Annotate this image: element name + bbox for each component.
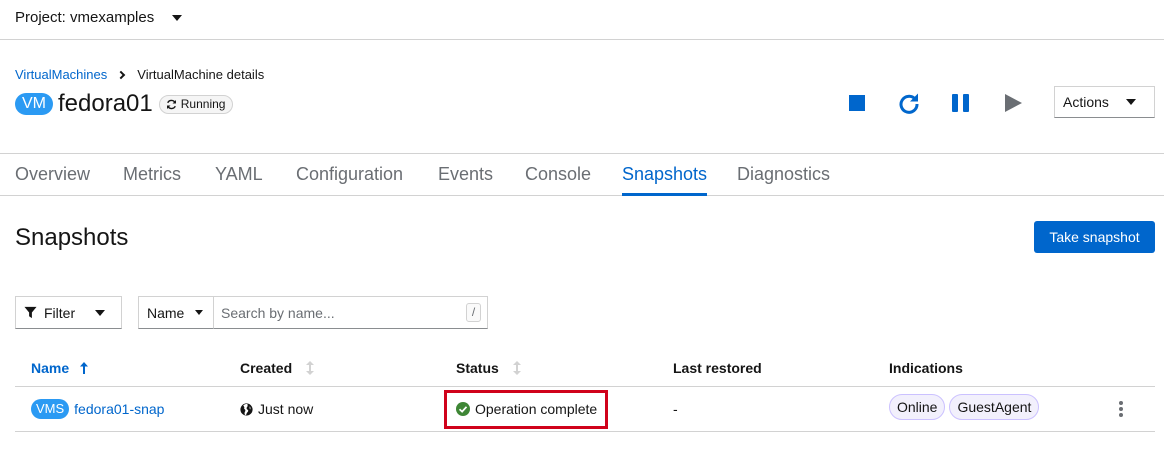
filter-attribute-label: Name <box>147 304 185 321</box>
project-label: Project: vmexamples <box>15 9 155 26</box>
column-header-name[interactable]: Name <box>31 360 89 376</box>
status-text: Operation complete <box>475 401 598 417</box>
column-header-indications: Indications <box>889 360 963 376</box>
section-title: Snapshots <box>15 224 129 251</box>
column-header-name-label: Name <box>31 360 70 376</box>
indication-label-guestagent: GuestAgent <box>949 394 1040 420</box>
restart-button[interactable] <box>898 92 920 114</box>
table-row-divider <box>15 431 1155 432</box>
arrow-up-icon <box>80 362 89 374</box>
status-badge: Running <box>158 94 234 114</box>
column-header-created-label: Created <box>240 360 293 376</box>
vms-badge: VMS <box>31 399 70 419</box>
vm-title-row: VM fedora01 Running <box>15 90 234 118</box>
breadcrumb-current: VirtualMachine details <box>137 67 265 82</box>
snapshot-name-link[interactable]: fedora01-snap <box>74 401 164 417</box>
actions-dropdown[interactable]: Actions <box>1054 86 1155 118</box>
filter-attribute-select[interactable]: Name <box>138 296 214 329</box>
indication-label-online: Online <box>889 394 946 420</box>
redo-icon <box>899 93 919 114</box>
caret-down-icon <box>1126 99 1136 105</box>
take-snapshot-button[interactable]: Take snapshot <box>1034 221 1155 253</box>
filter-dropdown[interactable]: Filter <box>15 296 122 329</box>
pause-icon <box>952 94 969 112</box>
sort-icon <box>306 361 315 375</box>
search-input[interactable] <box>214 297 454 328</box>
page-title: fedora01 <box>58 90 153 117</box>
start-button[interactable] <box>1002 92 1024 114</box>
row-kebab-menu-icon[interactable] <box>1116 400 1126 418</box>
vm-badge: VM <box>15 93 53 115</box>
table-row-created: Just now <box>240 398 313 420</box>
pause-button[interactable] <box>950 92 972 114</box>
caret-down-icon <box>95 309 106 316</box>
created-text: Just now <box>258 401 314 417</box>
table-row-name: VMS fedora01-snap <box>31 398 164 420</box>
column-header-created[interactable]: Created <box>240 360 315 376</box>
column-header-last-restored: Last restored <box>673 360 762 376</box>
chevron-right-icon <box>117 70 126 79</box>
search-field: / <box>213 296 488 329</box>
shortcut-hint: / <box>466 303 481 322</box>
column-header-status[interactable]: Status <box>456 360 521 376</box>
caret-down-icon <box>172 14 183 21</box>
status-text: Running <box>180 97 226 111</box>
caret-down-icon <box>195 310 204 315</box>
tab-yaml[interactable]: YAML <box>215 154 263 196</box>
breadcrumb: VirtualMachines VirtualMachine details <box>15 67 264 82</box>
breadcrumb-virtualmachines-link[interactable]: VirtualMachines <box>15 67 107 82</box>
table-header-divider <box>15 386 1155 387</box>
globe-icon <box>240 402 253 416</box>
stop-icon <box>849 95 865 111</box>
actions-label: Actions <box>1063 94 1109 110</box>
tab-metrics[interactable]: Metrics <box>123 154 181 196</box>
check-circle-icon <box>456 402 470 416</box>
tab-overview[interactable]: Overview <box>15 154 90 196</box>
sync-icon <box>166 99 176 109</box>
detail-tabs: Overview Metrics YAML Configuration Even… <box>0 153 1164 196</box>
project-bar: Project: vmexamples <box>0 0 1164 40</box>
last-restored-value: - <box>673 401 678 417</box>
column-header-status-label: Status <box>456 360 499 376</box>
tab-console[interactable]: Console <box>525 154 591 196</box>
tab-diagnostics[interactable]: Diagnostics <box>737 154 830 196</box>
tab-configuration[interactable]: Configuration <box>296 154 403 196</box>
play-icon <box>1005 94 1022 112</box>
tab-snapshots[interactable]: Snapshots <box>622 154 708 196</box>
tab-events[interactable]: Events <box>438 154 493 196</box>
project-selector[interactable]: Project: vmexamples <box>15 9 183 26</box>
filter-icon <box>24 306 37 319</box>
stop-button[interactable] <box>846 92 868 114</box>
filter-label: Filter <box>44 304 76 321</box>
sort-icon <box>512 361 521 375</box>
table-row-status: Operation complete <box>456 398 597 420</box>
table-row-indications: Online GuestAgent <box>889 394 1043 420</box>
